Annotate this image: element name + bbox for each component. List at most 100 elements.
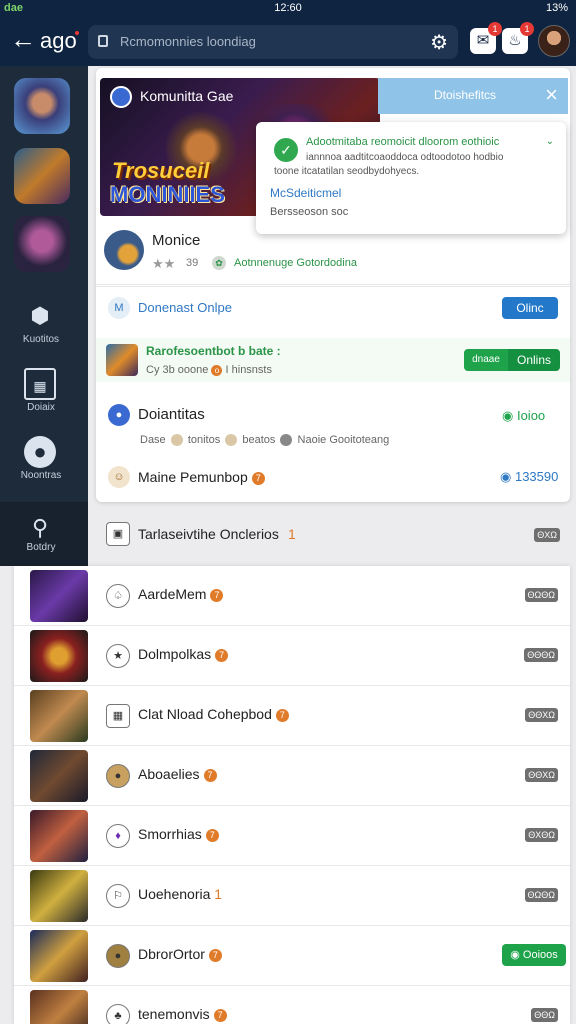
list-header-label: Tarlaseivtihe Onclerios <box>138 526 279 542</box>
app-header: dae 12:60 13% ← ago Rcmomonnies loondiag… <box>0 0 576 66</box>
broadcast-label: Donenast Onlpe <box>138 300 232 315</box>
count-text: 133590 <box>514 469 559 484</box>
list-item[interactable]: ♤ AardeMem 7 ΘΩΘΩ <box>14 566 570 626</box>
battery-level: 13% <box>545 2 568 14</box>
badge: 7 <box>210 588 224 602</box>
button-label: dnaae <box>472 354 500 365</box>
chart-icon[interactable]: ▦ <box>24 368 56 400</box>
divider <box>96 284 570 285</box>
list-item[interactable]: ⚐ Uoehenoria 1 ΘΩΘΩ <box>14 866 570 926</box>
game-title: Monice <box>152 232 201 249</box>
back-arrow-icon[interactable]: ← <box>10 26 36 52</box>
label-text: Clat Nload Cohepbod <box>138 706 272 722</box>
popup-heading: Adootmitaba reomoicit dloorom eothioic <box>306 136 500 148</box>
status-bar: dae 12:60 13% <box>0 0 576 18</box>
list-item-icon: ▦ <box>106 704 130 728</box>
highlight-title: Rarofesoentbot b bate : <box>146 344 281 358</box>
list-item-label: Clat Nload Cohepbod 7 <box>138 706 289 722</box>
list-item-stat: ΘΘΩ <box>531 1008 558 1022</box>
user-avatar[interactable] <box>538 25 570 57</box>
game-avatar[interactable] <box>104 230 144 270</box>
highlight-online-button[interactable]: Onlins <box>508 349 560 371</box>
list-item-stat: ΘΘΧΩ <box>525 708 558 722</box>
thumbnail <box>30 570 88 622</box>
user-icon[interactable]: ● <box>24 436 56 468</box>
list-item-label: DbrorOrtor 7 <box>138 946 222 962</box>
member-icon: ☺ <box>108 466 130 488</box>
list-item[interactable]: ● DbrorOrtor 7 ◉ Ooioos <box>14 926 570 986</box>
search-bar[interactable]: Rcmomonnies loondiag ⚙ <box>88 25 458 59</box>
brand-logo: ago <box>40 28 77 53</box>
label-text: Dolmpolkas <box>138 646 212 662</box>
list-item[interactable]: ♦ Smorrhias 7 ΘΧΘΩ <box>14 806 570 866</box>
rail-label: Botdry <box>26 542 56 553</box>
label-text: DbrorOrtor <box>138 946 205 962</box>
list-header-row[interactable]: ▣ Tarlaseivtihe Onclerios 1 ΘΧΩ <box>96 506 570 562</box>
list-item-stat: ΘΩΘΩ <box>524 888 558 902</box>
list-item[interactable]: ▦ Clat Nload Cohepbod 7 ΘΘΧΩ <box>14 686 570 746</box>
status-text: Ioioo <box>516 408 546 423</box>
rail-label: Kuotitos <box>22 334 60 345</box>
broadcast-online-button[interactable]: Olinc <box>502 297 558 319</box>
label-text: tenemonvis <box>138 1006 210 1022</box>
badge: 7 <box>208 948 222 962</box>
list-item-stat: ΘΘΧΩ <box>525 768 558 782</box>
list-item-icon: ● <box>106 764 130 788</box>
search-icon: ⚲ <box>31 515 49 540</box>
popup-footer: Bersseoson soc <box>270 206 349 218</box>
list-item[interactable]: ♣ tenemonvis 7 ΘΘΩ <box>14 986 570 1024</box>
highlight-sub-b: I hinsnsts <box>225 364 272 376</box>
list-item-online-button[interactable]: ◉ Ooioos <box>502 944 566 966</box>
dismiss-chip[interactable]: Dtoishefitcs × <box>378 78 568 114</box>
inbox-icon[interactable]: ✉ 1 <box>470 22 502 54</box>
chevron-down-icon[interactable]: ⌄ <box>546 136 554 147</box>
item-icon <box>225 434 238 447</box>
rail-app-mech[interactable] <box>14 148 70 204</box>
highlight-button-a[interactable]: dnaae <box>464 349 508 371</box>
label-text: Aboaelies <box>138 766 200 782</box>
section-title: Doiantitas <box>138 406 205 423</box>
badge: 7 <box>203 768 217 782</box>
thumbnail <box>30 930 88 982</box>
list-header-count: 1 <box>288 526 296 542</box>
star-rating-icon: ★★ <box>152 256 176 271</box>
globe-icon <box>110 86 132 108</box>
list-item-icon: ★ <box>106 644 130 668</box>
game-tag[interactable]: Aotnnenuge Gotordodina <box>234 257 357 269</box>
list-icon: ▣ <box>106 522 130 546</box>
list-item-label: AardeMem 7 <box>138 586 224 602</box>
thumbnail <box>30 750 88 802</box>
section-subline: Dase tonitos beatos Naoie Gooitoteang <box>140 434 389 447</box>
close-icon[interactable]: × <box>545 82 558 108</box>
rail-app-hero[interactable] <box>14 78 70 134</box>
search-input[interactable]: Rcmomonnies loondiag <box>120 34 256 49</box>
banner-logo-line1: Trosuceil <box>112 158 210 183</box>
item-icon <box>170 434 183 447</box>
check-icon: ✓ <box>274 138 298 162</box>
list-item-label: Dolmpolkas 7 <box>138 646 229 662</box>
popup-link[interactable]: McSdeiticmel <box>270 186 341 200</box>
list-item-icon: ● <box>106 944 130 968</box>
label-text: Uoehenoria <box>138 886 211 902</box>
banner-logo-line2: MONINIIES <box>110 182 225 207</box>
list-item-icon: ♤ <box>106 584 130 608</box>
gift-icon[interactable]: ♨ 1 <box>502 22 534 54</box>
list-header-stat: ΘΧΩ <box>534 528 560 542</box>
shield-icon[interactable]: ⬢ <box>24 300 56 332</box>
thumbnail <box>30 690 88 742</box>
list-item-label: tenemonvis 7 <box>138 1006 227 1022</box>
badge: 1 <box>214 886 223 902</box>
notification-popup[interactable]: ✓ Adootmitaba reomoicit dloorom eothioic… <box>256 122 566 234</box>
list-item-icon: ⚐ <box>106 884 130 908</box>
section-status: ◉ Ioioo <box>502 408 546 423</box>
highlight-subtitle: Cy 3b ooone o I hinsnsts <box>146 364 272 376</box>
list-item[interactable]: ★ Dolmpolkas 7 ΘΘΘΩ <box>14 626 570 686</box>
highlight-sub-a: Cy 3b ooone <box>146 364 209 376</box>
list-item-icon: ♦ <box>106 824 130 848</box>
brand-dot <box>75 31 79 35</box>
gear-icon[interactable]: ⚙ <box>430 30 448 55</box>
badge: 7 <box>205 828 219 842</box>
list-item[interactable]: ● Aboaelies 7 ΘΘΧΩ <box>14 746 570 806</box>
rail-app-warrior[interactable] <box>14 216 70 272</box>
sub-1: Dase <box>140 434 166 446</box>
